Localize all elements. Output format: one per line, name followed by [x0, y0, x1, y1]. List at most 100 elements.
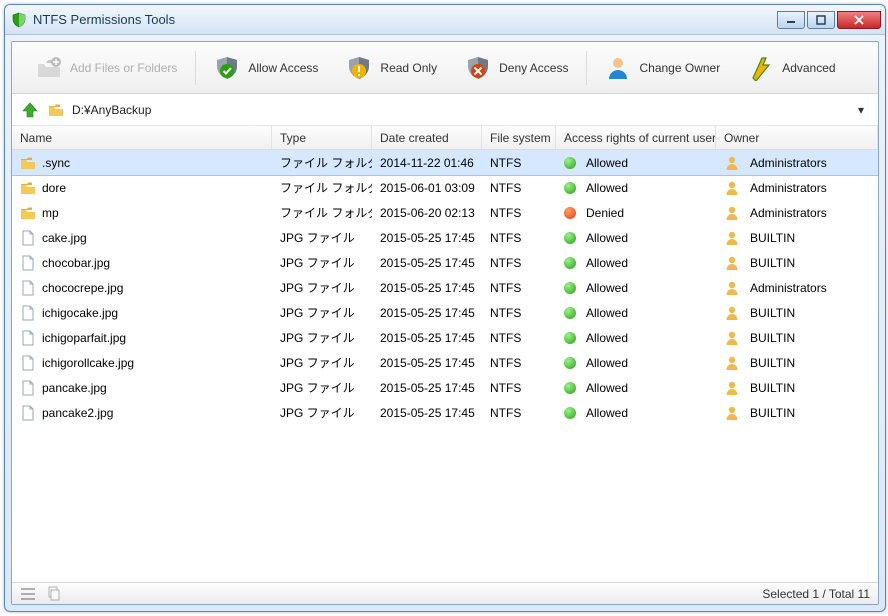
access-status-icon — [564, 382, 576, 394]
col-header-owner[interactable]: Owner — [716, 126, 878, 149]
access-status-icon — [564, 182, 576, 194]
file-name: chococrepe.jpg — [42, 281, 123, 295]
change-owner-icon — [605, 55, 631, 81]
cell-date: 2015-05-25 17:45 — [372, 352, 482, 374]
cell-owner: Administrators — [750, 281, 827, 295]
readonly-shield-icon — [346, 55, 372, 81]
cell-access: Allowed — [586, 231, 628, 245]
add-folder-icon — [36, 55, 62, 81]
cell-date: 2015-05-25 17:45 — [372, 277, 482, 299]
cell-access: Allowed — [586, 356, 628, 370]
file-icon — [20, 305, 36, 321]
file-name: ichigorollcake.jpg — [42, 356, 134, 370]
cell-owner: BUILTIN — [750, 231, 795, 245]
deny-access-button[interactable]: Deny Access — [451, 49, 582, 87]
access-status-icon — [564, 332, 576, 344]
access-status-icon — [564, 207, 576, 219]
cell-date: 2015-05-25 17:45 — [372, 377, 482, 399]
cell-owner: Administrators — [750, 156, 827, 170]
cell-access: Allowed — [586, 381, 628, 395]
file-name: ichigoparfait.jpg — [42, 331, 126, 345]
col-header-type[interactable]: Type — [272, 126, 372, 149]
cell-fs: NTFS — [482, 402, 556, 424]
cell-access: Allowed — [586, 181, 628, 195]
change-owner-label: Change Owner — [639, 61, 720, 75]
read-only-button[interactable]: Read Only — [332, 49, 451, 87]
user-icon — [724, 280, 740, 296]
file-name: ichigocake.jpg — [42, 306, 118, 320]
titlebar[interactable]: NTFS Permissions Tools — [5, 5, 885, 35]
table-row[interactable]: pancake.jpgJPG ファイル2015-05-25 17:45NTFSA… — [12, 375, 878, 400]
read-only-label: Read Only — [380, 61, 437, 75]
cell-type: ファイル フォルダー — [272, 150, 372, 175]
change-owner-button[interactable]: Change Owner — [591, 49, 734, 87]
app-shield-icon — [11, 12, 27, 28]
up-arrow-icon[interactable] — [20, 100, 40, 120]
folder-icon — [20, 180, 36, 196]
user-icon — [724, 380, 740, 396]
user-icon — [724, 355, 740, 371]
cell-fs: NTFS — [482, 327, 556, 349]
maximize-button[interactable] — [807, 11, 835, 29]
allow-access-label: Allow Access — [248, 61, 318, 75]
path-text[interactable]: D:¥AnyBackup — [72, 103, 850, 117]
table-row[interactable]: chococrepe.jpgJPG ファイル2015-05-25 17:45NT… — [12, 275, 878, 300]
copy-icon[interactable] — [46, 586, 62, 602]
cell-access: Allowed — [586, 281, 628, 295]
close-button[interactable] — [837, 11, 881, 29]
folder-icon — [20, 205, 36, 221]
cell-access: Allowed — [586, 256, 628, 270]
col-header-date[interactable]: Date created — [372, 126, 482, 149]
folder-icon — [20, 155, 36, 171]
cell-fs: NTFS — [482, 252, 556, 274]
file-icon — [20, 280, 36, 296]
cell-type: ファイル フォルダー — [272, 175, 372, 200]
list-view-icon[interactable] — [20, 586, 36, 602]
cell-owner: BUILTIN — [750, 331, 795, 345]
col-header-name[interactable]: Name — [12, 126, 272, 149]
cell-fs: NTFS — [482, 202, 556, 224]
cell-owner: BUILTIN — [750, 306, 795, 320]
status-text: Selected 1 / Total 11 — [762, 587, 870, 601]
minimize-button[interactable] — [777, 11, 805, 29]
cell-date: 2014-11-22 01:46 — [372, 152, 482, 174]
col-header-access[interactable]: Access rights of current user — [556, 126, 716, 149]
cell-fs: NTFS — [482, 177, 556, 199]
cell-access: Denied — [586, 206, 624, 220]
advanced-button[interactable]: Advanced — [734, 49, 849, 87]
app-window: NTFS Permissions Tools Add Files or Fold… — [4, 4, 886, 612]
cell-access: Allowed — [586, 331, 628, 345]
user-icon — [724, 330, 740, 346]
table-row[interactable]: cake.jpgJPG ファイル2015-05-25 17:45NTFSAllo… — [12, 225, 878, 250]
cell-type: JPG ファイル — [272, 275, 372, 300]
table-row[interactable]: mpファイル フォルダー2015-06-20 02:13NTFSDeniedAd… — [12, 200, 878, 225]
table-row[interactable]: pancake2.jpgJPG ファイル2015-05-25 17:45NTFS… — [12, 400, 878, 425]
table-row[interactable]: dore ファイル フォルダー2015-06-01 03:09NTFS Allowe… — [12, 175, 878, 200]
user-icon — [724, 180, 740, 196]
allow-access-button[interactable]: Allow Access — [200, 49, 332, 87]
cell-fs: NTFS — [482, 352, 556, 374]
col-header-fs[interactable]: File system — [482, 126, 556, 149]
file-icon — [20, 380, 36, 396]
cell-owner: Administrators — [750, 206, 827, 220]
cell-access: Allowed — [586, 306, 628, 320]
file-icon — [20, 405, 36, 421]
path-dropdown-icon[interactable]: ▾ — [858, 103, 870, 117]
table-row[interactable]: chocobar.jpgJPG ファイル2015-05-25 17:45NTFS… — [12, 250, 878, 275]
table-row[interactable]: ichigorollcake.jpgJPG ファイル2015-05-25 17:… — [12, 350, 878, 375]
cell-type: JPG ファイル — [272, 325, 372, 350]
cell-owner: BUILTIN — [750, 356, 795, 370]
status-bar: Selected 1 / Total 11 — [12, 582, 878, 604]
table-row[interactable]: ichigocake.jpgJPG ファイル2015-05-25 17:45NT… — [12, 300, 878, 325]
access-status-icon — [564, 232, 576, 244]
cell-owner: BUILTIN — [750, 381, 795, 395]
cell-date: 2015-06-01 03:09 — [372, 177, 482, 199]
add-files-button[interactable]: Add Files or Folders — [22, 49, 191, 87]
cell-type: JPG ファイル — [272, 250, 372, 275]
table-row[interactable]: .syncファイル フォルダー2014-11-22 01:46NTFSAllow… — [12, 150, 878, 175]
cell-type: JPG ファイル — [272, 400, 372, 425]
grid-body[interactable]: .syncファイル フォルダー2014-11-22 01:46NTFSAllow… — [12, 150, 878, 582]
table-row[interactable]: ichigoparfait.jpgJPG ファイル2015-05-25 17:4… — [12, 325, 878, 350]
file-name: chocobar.jpg — [42, 256, 110, 270]
file-name: dore — [42, 181, 66, 195]
